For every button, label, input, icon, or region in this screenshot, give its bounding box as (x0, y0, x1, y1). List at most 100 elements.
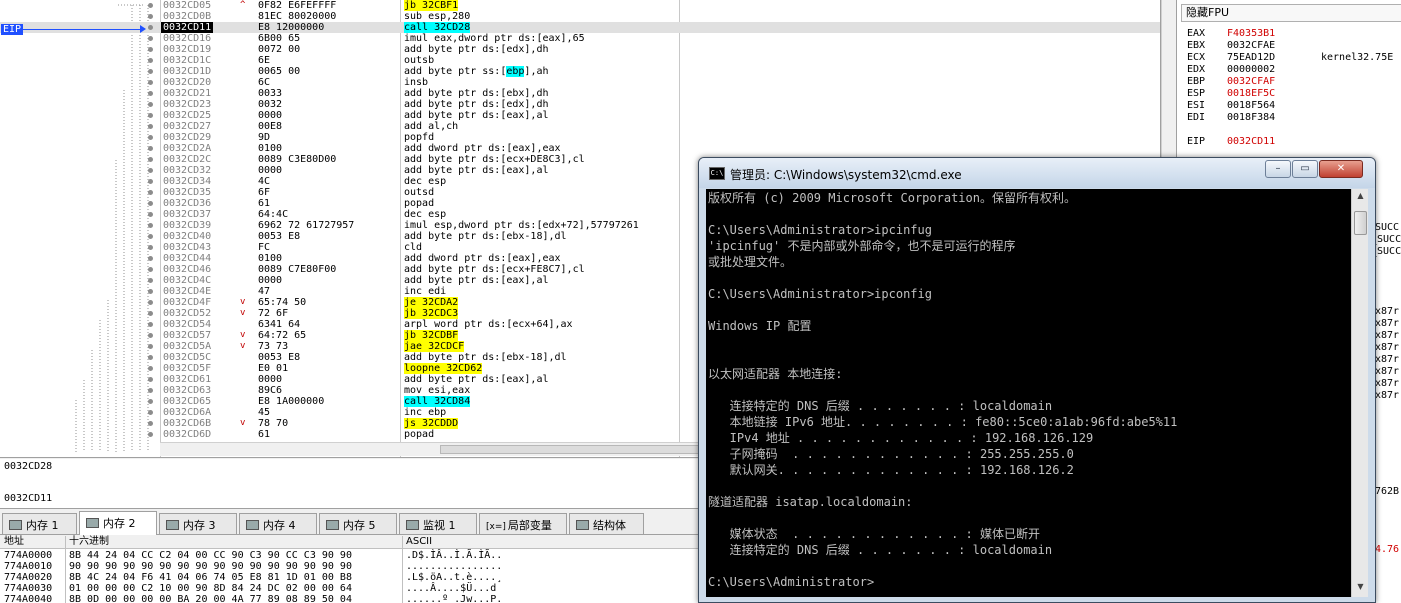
register-value[interactable]: 0018F384 (1227, 112, 1275, 123)
register-value[interactable]: 0018EF5C (1227, 88, 1275, 99)
register-row[interactable]: ESI 0018F564 (1187, 100, 1275, 111)
tab-7[interactable]: [x=] 局部变量 (479, 513, 567, 534)
instruction-address: 0032CD36 (163, 198, 212, 209)
breakpoint-dot-icon[interactable] (148, 289, 153, 294)
breakpoint-dot-icon[interactable] (148, 179, 153, 184)
breakpoint-dot-icon[interactable] (148, 388, 153, 393)
disasm-row[interactable]: 0032CD29 9D popfd (0, 132, 1160, 143)
register-row[interactable]: ESP 0018EF5C (1187, 88, 1275, 99)
breakpoint-dot-icon[interactable] (148, 432, 153, 437)
close-button[interactable]: ✕ (1319, 160, 1363, 178)
breakpoint-dot-icon[interactable] (148, 256, 153, 261)
disasm-row[interactable]: 0032CD25 0000 add byte ptr ds:[eax],al (0, 110, 1160, 121)
tab-8[interactable]: 结构体 (569, 513, 644, 534)
register-row[interactable]: EBX 0032CFAE (1187, 40, 1275, 51)
tab-2[interactable]: 内存 2 (79, 511, 157, 535)
breakpoint-dot-icon[interactable] (148, 366, 153, 371)
breakpoint-dot-icon[interactable] (148, 278, 153, 283)
breakpoint-dot-icon[interactable] (148, 201, 153, 206)
restore-button[interactable]: ▭ (1292, 160, 1318, 178)
instruction-address: 0032CD6A (163, 407, 212, 418)
register-value[interactable]: 0018F564 (1227, 100, 1275, 111)
dump-col-address[interactable]: 地址 (4, 536, 24, 547)
minimize-button[interactable]: – (1265, 160, 1291, 178)
register-value[interactable]: 0032CFAF (1227, 76, 1275, 87)
scroll-up-icon[interactable]: ▲ (1354, 191, 1367, 204)
breakpoint-dot-icon[interactable] (148, 58, 153, 63)
register-value[interactable]: F40353B1 (1227, 28, 1275, 39)
dump-col-ascii[interactable]: ASCII (406, 536, 432, 547)
register-value[interactable]: 00000002 (1227, 64, 1275, 75)
breakpoint-dot-icon[interactable] (148, 124, 153, 129)
breakpoint-dot-icon[interactable] (148, 421, 153, 426)
register-value[interactable]: 75EAD12D (1227, 52, 1275, 63)
dump-col-hex[interactable]: 十六进制 (69, 536, 109, 547)
breakpoint-dot-icon[interactable] (148, 102, 153, 107)
breakpoint-dot-icon[interactable] (148, 3, 153, 8)
breakpoint-dot-icon[interactable] (148, 234, 153, 239)
breakpoint-dot-icon[interactable] (148, 135, 153, 140)
disasm-row[interactable]: 0032CD0B 81EC 80020000 sub esp,280 (0, 11, 1160, 22)
hide-fpu-button[interactable]: 隐藏FPU (1181, 4, 1401, 22)
register-value[interactable]: 0032CFAE (1227, 40, 1275, 51)
register-row-eip[interactable]: EIP 0032CD11 (1187, 136, 1275, 147)
disasm-row[interactable]: 0032CD27 00E8 add al,ch (0, 121, 1160, 132)
register-row[interactable]: EDX 00000002 (1187, 64, 1275, 75)
breakpoint-dot-icon[interactable] (148, 190, 153, 195)
tab-4[interactable]: 内存 4 (239, 513, 317, 534)
disasm-row[interactable]: 0032CD16 6B00 65 imul eax,dword ptr ds:[ea… (0, 33, 1160, 44)
disasm-row[interactable]: 0032CD1D 0065 00 add byte ptr ss:[ebp],ah (0, 66, 1160, 77)
disasm-row[interactable]: 0032CD19 0072 00 add byte ptr ds:[edx],dh (0, 44, 1160, 55)
cmd-titlebar[interactable]: C:\ 管理员: C:\Windows\system32\cmd.exe – ▭… (699, 158, 1375, 188)
breakpoint-dot-icon[interactable] (148, 14, 153, 19)
breakpoint-dot-icon[interactable] (148, 245, 153, 250)
tab-3[interactable]: 内存 3 (159, 513, 237, 534)
breakpoint-dot-icon[interactable] (148, 69, 153, 74)
disasm-row[interactable]: 0032CD05 ^ 0F82 E6FEFFFF jb 32CBF1 (0, 0, 1160, 11)
register-side-fragment: 4.76 (1375, 544, 1400, 555)
breakpoint-dot-icon[interactable] (148, 267, 153, 272)
breakpoint-dot-icon[interactable] (148, 300, 153, 305)
cmd-vertical-scrollbar[interactable]: ▲ ▼ (1351, 189, 1368, 597)
scroll-down-icon[interactable]: ▼ (1354, 582, 1367, 595)
breakpoint-dot-icon[interactable] (148, 168, 153, 173)
register-row[interactable]: EAX F40353B1 (1187, 28, 1275, 39)
instruction-token: outsd (404, 187, 435, 198)
breakpoint-dot-icon[interactable] (148, 146, 153, 151)
register-row[interactable]: ECX 75EAD12D kernel32.75E (1187, 52, 1393, 63)
register-row[interactable]: EBP 0032CFAF (1187, 76, 1275, 87)
breakpoint-dot-icon[interactable] (148, 157, 153, 162)
tab-1[interactable]: 内存 1 (2, 513, 77, 534)
breakpoint-dot-icon[interactable] (148, 212, 153, 217)
scroll-thumb[interactable] (1354, 211, 1367, 235)
breakpoint-dot-icon[interactable] (148, 355, 153, 360)
breakpoint-dot-icon[interactable] (148, 91, 153, 96)
cmd-console[interactable]: 版权所有 (c) 2009 Microsoft Corporation。保留所有… (706, 189, 1351, 597)
breakpoint-dot-icon[interactable] (148, 80, 153, 85)
breakpoint-dot-icon[interactable] (148, 333, 153, 338)
memory-dump-pane[interactable]: 地址 十六进制 ASCII 774A0000 8B 44 24 04 CC C2 … (0, 536, 700, 603)
disasm-row[interactable]: 0032CD2A 0100 add dword ptr ds:[eax],eax (0, 143, 1160, 154)
tab-6[interactable]: 监视 1 (399, 513, 477, 534)
breakpoint-dot-icon[interactable] (148, 36, 153, 41)
disasm-row[interactable]: 0032CD1C 6E outsb (0, 55, 1160, 66)
breakpoint-dot-icon[interactable] (148, 25, 153, 30)
breakpoint-dot-icon[interactable] (148, 47, 153, 52)
breakpoint-dot-icon[interactable] (148, 223, 153, 228)
breakpoint-dot-icon[interactable] (148, 410, 153, 415)
breakpoint-dot-icon[interactable] (148, 377, 153, 382)
disasm-row[interactable]: 0032CD23 0032 add byte ptr ds:[edx],dh (0, 99, 1160, 110)
register-row[interactable]: EDI 0018F384 (1187, 112, 1275, 123)
tab-5[interactable]: 内存 5 (319, 513, 397, 534)
breakpoint-dot-icon[interactable] (148, 399, 153, 404)
breakpoint-dot-icon[interactable] (148, 322, 153, 327)
disasm-row[interactable]: 0032CD11 E8 12000000 call 32CD28 (0, 22, 1160, 33)
breakpoint-dot-icon[interactable] (148, 311, 153, 316)
disasm-row[interactable]: 0032CD21 0033 add byte ptr ds:[ebx],dh (0, 88, 1160, 99)
disasm-row[interactable]: 0032CD20 6C insb (0, 77, 1160, 88)
register-value[interactable]: 0032CD11 (1227, 136, 1275, 147)
register-side-fragment: x87r (1375, 378, 1400, 389)
cmd-window[interactable]: C:\ 管理员: C:\Windows\system32\cmd.exe – ▭… (698, 157, 1376, 603)
breakpoint-dot-icon[interactable] (148, 113, 153, 118)
breakpoint-dot-icon[interactable] (148, 344, 153, 349)
